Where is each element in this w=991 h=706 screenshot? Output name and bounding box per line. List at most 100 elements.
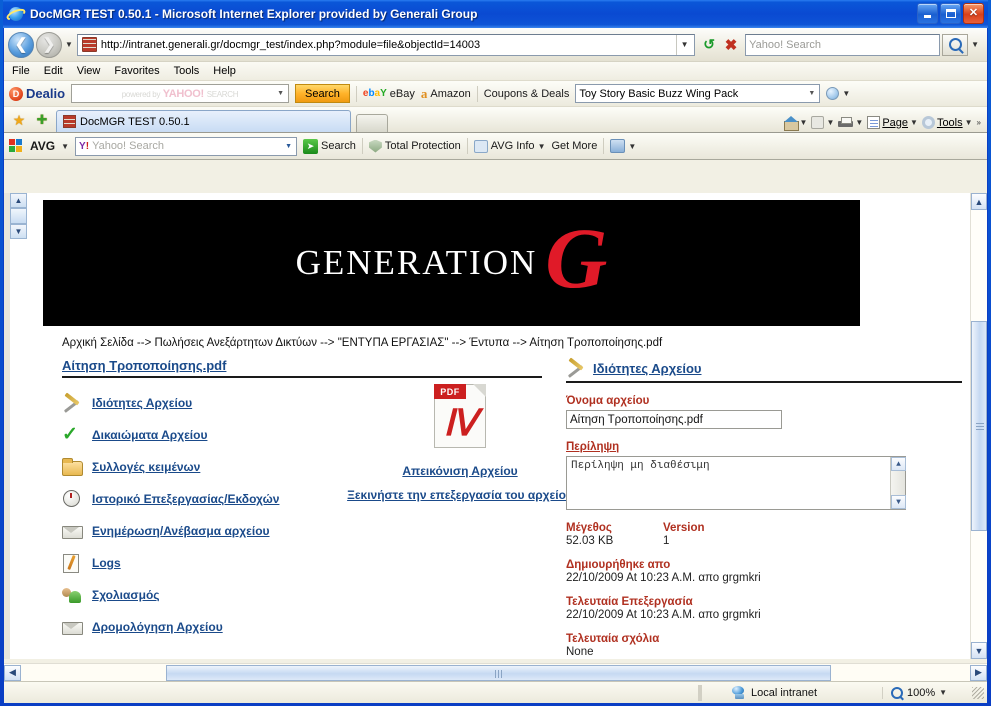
menu-item-annotation[interactable]: Σχολιασμός	[62, 579, 552, 611]
inner-scroll-down-button[interactable]: ▼	[10, 224, 27, 239]
link-file-properties[interactable]: Ιδιότητες Αρχείου	[92, 396, 192, 410]
inner-scroll-up-button[interactable]: ▲	[10, 193, 27, 208]
summary-scroll-up-button[interactable]: ▲	[891, 457, 906, 471]
favorites-center-button[interactable]: ★	[10, 111, 28, 129]
avg-icon	[9, 138, 24, 154]
minimize-button[interactable]	[917, 3, 938, 24]
dealio-coupons-button[interactable]: Coupons & Deals	[484, 88, 570, 100]
avg-total-protection-button[interactable]: Total Protection	[368, 139, 461, 153]
tab-docmgr[interactable]: DocMGR TEST 0.50.1	[56, 110, 351, 132]
inner-frame-scrollbar[interactable]: ▲ ▼	[10, 193, 27, 659]
dealio-search-dropdown-icon[interactable]: ▼	[277, 90, 284, 97]
link-annotation[interactable]: Σχολιασμός	[92, 588, 160, 602]
refresh-button[interactable]: ↺	[698, 34, 720, 56]
close-button[interactable]: ✕	[963, 3, 984, 24]
dealio-options-button[interactable]: ▼	[826, 87, 850, 100]
chevron-down-icon[interactable]: ▼	[808, 90, 815, 97]
page-horizontal-scrollbar[interactable]: ◀ ▶	[4, 663, 987, 681]
feeds-button[interactable]: ▼	[811, 116, 834, 129]
maximize-button[interactable]	[940, 3, 961, 24]
link-logs[interactable]: Logs	[92, 556, 121, 570]
tools-icon	[566, 358, 586, 378]
link-view-file[interactable]: Απεικόνιση Αρχείου	[335, 464, 585, 478]
dealio-ebay-button[interactable]: ebaY eBay	[363, 88, 415, 100]
tools-menu-button[interactable]: Tools ▼	[921, 116, 973, 129]
menu-item-logs[interactable]: Logs	[62, 547, 552, 579]
page-left-gutter: ▲ ▼	[4, 193, 35, 659]
avg-toolbar: AVG ▼ Y! Yahoo! Search ▼ ➤ Search Total …	[4, 133, 987, 160]
zoom-control[interactable]: 100% ▼	[882, 686, 972, 699]
browser-search-input[interactable]: Yahoo! Search	[745, 33, 941, 56]
search-provider-dropdown-icon[interactable]: ▼	[971, 40, 979, 49]
avg-menu-chevron-icon[interactable]: ▼	[61, 142, 69, 151]
horizontal-scroll-track[interactable]	[21, 664, 970, 681]
back-button[interactable]: ❮	[8, 31, 34, 58]
chevron-down-icon[interactable]: ▼	[939, 688, 947, 697]
command-bar-overflow-button[interactable]: »	[977, 118, 981, 127]
menu-item-file-routing[interactable]: Δρομολόγηση Αρχείου	[62, 611, 552, 643]
avg-info-button[interactable]: AVG Info ▼	[473, 139, 545, 153]
avg-search-input[interactable]: Y! Yahoo! Search ▼	[75, 136, 298, 156]
scroll-right-button[interactable]: ▶	[970, 664, 987, 681]
link-update-upload[interactable]: Ενημέρωση/Ανέβασμα αρχείου	[92, 524, 270, 538]
forward-button[interactable]: ❯	[36, 31, 62, 58]
page-label: Page	[882, 116, 909, 129]
link-edit-history[interactable]: Ιστορικό Επεξεργασίας/Εκδοχών	[92, 492, 279, 506]
add-to-favorites-button[interactable]: ✚	[33, 111, 51, 129]
menu-view[interactable]: View	[77, 65, 101, 77]
new-tab-button[interactable]	[356, 114, 388, 132]
generation-banner: GENERATION G	[43, 200, 860, 326]
pdf-file-icon[interactable]: PDF Ⅳ	[434, 384, 486, 448]
avg-get-more-button[interactable]: Get More	[551, 140, 597, 152]
page-vertical-scrollbar[interactable]: ▲ ▼	[970, 193, 987, 659]
last-comment-label: Τελευταία σχόλια	[566, 633, 660, 645]
scroll-up-button[interactable]: ▲	[971, 193, 987, 210]
breadcrumb[interactable]: Αρχική Σελίδα --> Πωλήσεις Ανεξάρτητων Δ…	[62, 337, 987, 349]
horizontal-scroll-thumb[interactable]	[166, 664, 831, 681]
history-dropdown-icon[interactable]: ▼	[65, 40, 73, 49]
link-collections[interactable]: Συλλογές κειμένων	[92, 460, 200, 474]
menu-edit[interactable]: Edit	[44, 65, 63, 77]
created-value: 22/10/2009 At 10:23 A.M. απο grgmkri	[566, 572, 761, 584]
chevron-down-icon[interactable]: ▼	[285, 143, 292, 150]
summary-textarea[interactable]: Περίληψη μη διαθέσιμη ▲ ▼	[566, 456, 906, 510]
stop-button[interactable]: ✖	[720, 34, 742, 56]
acrobat-glyph-icon: Ⅳ	[443, 403, 477, 443]
link-file-permissions[interactable]: Δικαιώματα Αρχείου	[92, 428, 207, 442]
search-go-button[interactable]	[942, 33, 969, 56]
dealio-search-button[interactable]: Search	[295, 84, 350, 103]
menu-item-update-upload[interactable]: Ενημέρωση/Ανέβασμα αρχείου	[62, 515, 552, 547]
menu-favorites[interactable]: Favorites	[114, 65, 159, 77]
print-button[interactable]: ▼	[838, 116, 863, 129]
clock-history-icon	[62, 489, 82, 509]
link-file-routing[interactable]: Δρομολόγηση Αρχείου	[92, 620, 223, 634]
shield-icon	[368, 139, 382, 153]
menu-help[interactable]: Help	[213, 65, 236, 77]
scroll-thumb[interactable]	[971, 321, 987, 531]
right-panel-title-text: Ιδιότητες Αρχείου	[593, 360, 702, 376]
menu-file[interactable]: File	[12, 65, 30, 77]
address-input[interactable]: http://intranet.generali.gr/docmgr_test/…	[76, 33, 696, 56]
inner-scroll-thumb[interactable]	[10, 208, 27, 224]
scroll-down-button[interactable]: ▼	[971, 642, 987, 659]
security-zone-indicator[interactable]: Local intranet	[702, 686, 882, 699]
dealio-product-select[interactable]: Toy Story Basic Buzz Wing Pack ▼	[575, 84, 821, 103]
page-menu-button[interactable]: Page ▼	[867, 116, 918, 129]
home-button[interactable]: ▼	[783, 116, 807, 131]
address-dropdown-icon[interactable]: ▼	[676, 34, 692, 55]
internet-explorer-icon	[5, 5, 27, 23]
avg-search-button[interactable]: ➤ Search	[303, 138, 356, 154]
modified-label: Τελευταία Επεξεργασία	[566, 596, 693, 608]
filename-input[interactable]: Αίτηση Τροποποίησης.pdf	[566, 410, 782, 429]
link-start-editing-file[interactable]: Ξεκινήστε την επεξεργασία του αρχείου	[335, 488, 585, 502]
menu-tools[interactable]: Tools	[174, 65, 200, 77]
scroll-left-button[interactable]: ◀	[4, 664, 21, 681]
resize-grip-icon[interactable]	[972, 686, 984, 699]
toolbar-separator	[476, 85, 478, 102]
summary-scroll-down-button[interactable]: ▼	[891, 495, 906, 509]
dealio-search-input[interactable]: powered by YAHOO! SEARCH ▼	[71, 84, 290, 103]
address-bar: ❮ ❯ ▼ http://intranet.generali.gr/docmgr…	[4, 28, 987, 62]
avg-extra-button[interactable]: ▼	[610, 139, 636, 153]
dealio-amazon-button[interactable]: a Amazon	[421, 86, 471, 102]
summary-scrollbar[interactable]: ▲ ▼	[890, 457, 906, 509]
